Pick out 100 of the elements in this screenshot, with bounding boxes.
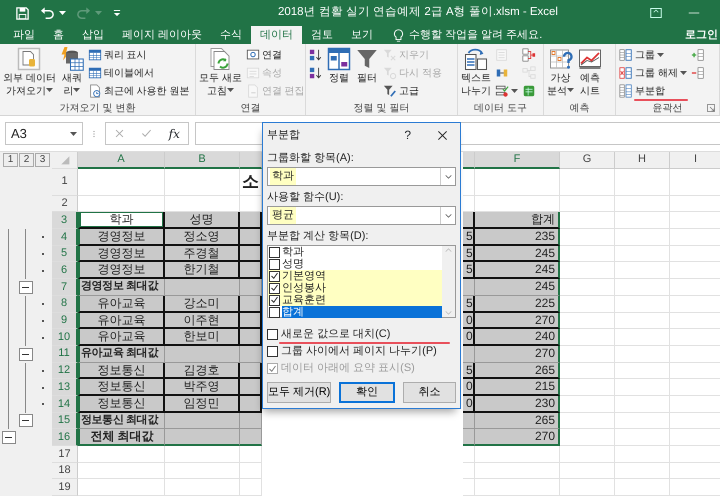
row-header[interactable]: 4 <box>52 229 78 246</box>
ribbon-tab[interactable]: 페이지 레이아웃 <box>113 26 212 44</box>
checkbox[interactable] <box>267 346 278 357</box>
column-header[interactable]: F <box>475 152 560 169</box>
collapse-button[interactable] <box>2 431 16 444</box>
ribbon-button[interactable]: 테이블에서 <box>86 64 190 82</box>
collapse-button[interactable] <box>18 348 32 361</box>
flash-fill-icon <box>495 48 509 62</box>
ribbon-button[interactable]: 그룹 <box>618 46 688 64</box>
row-header[interactable]: 11 <box>52 346 78 363</box>
ribbon-display-button[interactable] <box>650 7 662 19</box>
row-header[interactable]: 12 <box>52 362 78 380</box>
column-header[interactable] <box>463 152 475 169</box>
ribbon-tab[interactable]: 삽입 <box>73 26 113 44</box>
ribbon-tab[interactable]: 데이터 <box>251 26 302 44</box>
hide-detail-icon <box>690 66 705 80</box>
column-header[interactable] <box>240 152 262 169</box>
list-item[interactable]: 성명 <box>268 258 442 270</box>
ribbon-icon-button[interactable] <box>521 46 537 64</box>
ribbon-button[interactable]: 최근에 사용한 원본 <box>86 82 190 100</box>
dropdown-field[interactable]: 학과 <box>267 167 456 186</box>
close-button[interactable] <box>437 130 448 140</box>
ribbon-tab[interactable]: 홈 <box>44 26 73 44</box>
table-cell <box>560 362 615 380</box>
ribbon-tab[interactable]: 검토 <box>302 26 342 44</box>
row-header[interactable]: 3 <box>52 212 78 230</box>
dialog-button[interactable]: 확인 <box>339 382 395 403</box>
checkbox-option[interactable]: 새로운 값으로 대치(C) <box>267 326 456 343</box>
list-item[interactable]: 인성봉사 <box>268 282 442 294</box>
save-button[interactable] <box>15 6 30 20</box>
undo-button[interactable] <box>40 6 66 20</box>
ribbon-button[interactable]: 연결 <box>244 46 306 64</box>
row-header[interactable]: 19 <box>52 479 78 496</box>
tell-me-text[interactable]: 수행할 작업을 알려 주세요. <box>409 26 542 44</box>
group-label: 가져오기 및 변환 <box>60 102 136 115</box>
row-header[interactable]: 10 <box>52 329 78 346</box>
outline-level-button[interactable]: 1 <box>3 153 18 168</box>
list-item[interactable]: 기본영역 <box>268 270 442 282</box>
collapse-button[interactable] <box>18 280 32 294</box>
row-header[interactable]: 2 <box>52 196 78 212</box>
checkbox[interactable] <box>267 329 278 340</box>
row-header[interactable]: 16 <box>52 429 78 446</box>
dropdown-field[interactable]: 평균 <box>267 206 456 225</box>
list-item[interactable]: 교육훈련 <box>268 294 442 306</box>
row-header[interactable]: 13 <box>52 379 78 396</box>
row-header[interactable]: 5 <box>52 246 78 262</box>
column-header[interactable]: I <box>670 152 720 169</box>
row-header[interactable]: 18 <box>52 462 78 480</box>
row-header[interactable]: 14 <box>52 396 78 413</box>
outline-level-button[interactable]: 2 <box>19 153 34 168</box>
table-cell: 경영정보 최대값 <box>78 279 165 296</box>
ribbon-button[interactable]: 고급 <box>382 82 443 100</box>
table-cell: 0 <box>463 329 475 346</box>
collapse-button[interactable] <box>18 414 32 428</box>
column-header[interactable]: B <box>165 152 240 169</box>
dialog-button[interactable]: 취소 <box>402 382 456 403</box>
checkbox[interactable] <box>269 246 280 258</box>
ribbon-tab[interactable]: 수식 <box>211 26 252 44</box>
ribbon-tab[interactable]: 보기 <box>342 26 382 44</box>
table-cell <box>240 246 262 262</box>
customize-toolbar-button[interactable] <box>112 8 122 18</box>
ribbon-button[interactable]: 텍스트 나누기 <box>460 46 492 99</box>
caret-icon <box>511 89 518 93</box>
row-header[interactable]: 1 <box>52 168 78 196</box>
ribbon-button[interactable]: 새쿼 리 <box>58 46 85 99</box>
checkbox[interactable] <box>269 294 280 306</box>
row-header[interactable]: 7 <box>52 279 78 296</box>
checkbox[interactable] <box>269 258 280 270</box>
outline-level-button[interactable]: 3 <box>35 153 50 168</box>
ribbon-button[interactable]: 가상 분석 <box>546 46 575 99</box>
ribbon-button[interactable]: 예측 시트 <box>577 46 603 99</box>
row-header[interactable]: 17 <box>52 446 78 463</box>
ribbon-button[interactable]: 모두 새로 고침 <box>198 46 243 99</box>
row-header[interactable]: 8 <box>52 296 78 312</box>
checkbox[interactable] <box>269 270 280 282</box>
dialog-button[interactable]: 모두 제거(R) <box>267 382 332 403</box>
dialog-launcher-button[interactable] <box>707 104 715 112</box>
insert-function-button[interactable]: fx <box>168 124 180 142</box>
help-button[interactable]: ? <box>404 126 411 144</box>
list-item[interactable]: 학과 <box>268 246 442 258</box>
ribbon-button[interactable]: 부분합 <box>618 82 688 100</box>
row-header[interactable]: 6 <box>52 262 78 280</box>
ribbon-button[interactable]: 그룹 해제 <box>618 64 688 82</box>
column-header[interactable]: A <box>78 152 165 169</box>
ribbon-button[interactable]: 정렬 <box>326 46 352 86</box>
ribbon-button[interactable]: 필터 <box>354 46 380 86</box>
scrollbar[interactable] <box>442 246 455 317</box>
column-header[interactable]: G <box>560 152 615 169</box>
checkbox-option[interactable]: 그룹 사이에서 페이지 나누기(P) <box>267 343 456 360</box>
checkbox[interactable] <box>269 306 280 318</box>
checkbox[interactable] <box>269 282 280 294</box>
sign-in-link[interactable]: 로그인 <box>685 26 720 44</box>
column-header[interactable]: H <box>615 152 670 169</box>
row-header[interactable]: 15 <box>52 412 78 430</box>
ribbon-button[interactable]: 외부 데이터 가져오기 <box>2 46 57 99</box>
name-box[interactable]: A3 <box>5 122 83 145</box>
row-header[interactable]: 9 <box>52 312 78 330</box>
ribbon-button[interactable]: 쿼리 표시 <box>86 46 190 64</box>
ribbon-tab[interactable]: 파일 <box>4 26 44 44</box>
table-cell <box>240 279 262 296</box>
